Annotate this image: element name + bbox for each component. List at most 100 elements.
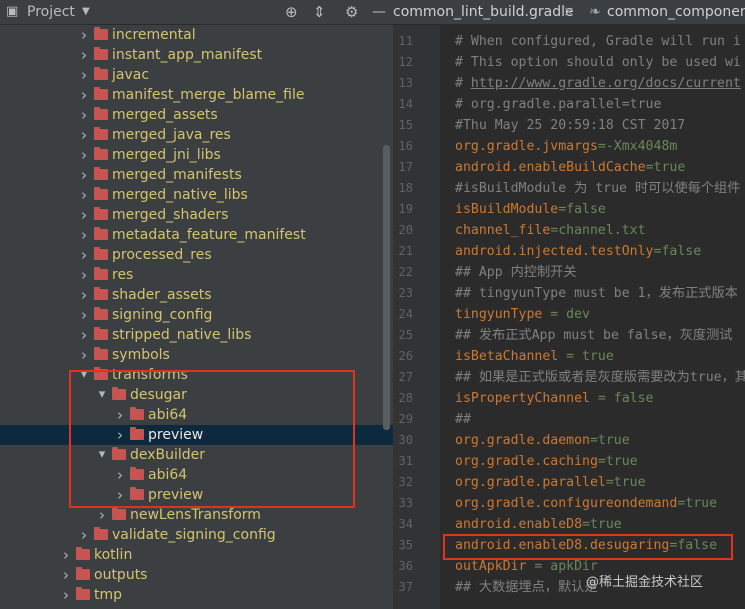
tree-row[interactable]: › newLensTransform — [0, 505, 393, 525]
code-token: =true — [582, 517, 622, 532]
chevron-right-icon[interactable]: › — [78, 105, 90, 125]
tree-item-label: merged_java_res — [112, 127, 231, 143]
tree-item-label: stripped_native_libs — [112, 327, 252, 343]
chevron-down-icon[interactable]: ▼ — [82, 0, 90, 24]
chevron-right-icon[interactable]: › — [78, 285, 90, 305]
chevron-right-icon[interactable]: › — [78, 245, 90, 265]
locate-icon[interactable]: ⊕ — [285, 0, 298, 24]
tree-row[interactable]: › validate_signing_config — [0, 525, 393, 545]
code-line: ## — [455, 409, 471, 430]
code-token[interactable]: http://www.gradle.org/docs/current — [471, 76, 741, 91]
chevron-right-icon[interactable]: › — [60, 585, 72, 605]
code-line: org.gradle.configureondemand=true — [455, 493, 717, 514]
folder-icon — [94, 287, 108, 300]
code-token: ## 发布正式App must be false，灰度测试 — [455, 328, 733, 343]
folder-icon — [94, 227, 108, 240]
code-token: channel_file — [455, 223, 551, 238]
folder-icon — [94, 247, 108, 260]
chevron-right-icon[interactable]: › — [60, 545, 72, 565]
code-token: org.gradle.configureondemand — [455, 496, 678, 511]
project-tree-panel: › incremental › instant_app_manifest › javac ›… — [0, 25, 393, 609]
tree-row[interactable]: › incremental — [0, 25, 393, 45]
line-number: 36 — [398, 559, 413, 573]
code-line: org.gradle.daemon=true — [455, 430, 630, 451]
code-editor[interactable]: # When configured, Gradle will run i # Th… — [440, 25, 745, 609]
chevron-right-icon[interactable]: › — [78, 525, 90, 545]
chevron-right-icon[interactable]: › — [60, 565, 72, 585]
code-line: # org.gradle.parallel=true — [455, 94, 661, 115]
folder-icon — [94, 27, 108, 40]
chevron-right-icon[interactable]: › — [78, 185, 90, 205]
line-number: 28 — [398, 391, 413, 405]
tree-row[interactable]: › signing_config — [0, 305, 393, 325]
code-token: outApkDir — [455, 559, 527, 574]
chevron-right-icon[interactable]: › — [78, 65, 90, 85]
tab-common-lint-build[interactable]: common_lint_build.gradle — [393, 0, 574, 24]
code-line: ## 大数据埋点，默认是 — [455, 577, 605, 598]
folder-icon — [94, 307, 108, 320]
tree-item-label: metadata_feature_manifest — [112, 227, 306, 243]
code-token: org.gradle.jvmargs — [455, 139, 598, 154]
line-number: 23 — [398, 286, 413, 300]
code-line: isPropertyChannel = false — [455, 388, 654, 409]
tab-common-component[interactable]: common_component — [607, 0, 745, 24]
tree-row[interactable]: › stripped_native_libs — [0, 325, 393, 345]
code-token: ## App 内控制开关 — [455, 265, 577, 280]
tree-row[interactable]: › merged_java_res — [0, 125, 393, 145]
code-line: org.gradle.caching=true — [455, 451, 638, 472]
chevron-right-icon[interactable]: › — [78, 305, 90, 325]
chevron-right-icon[interactable]: › — [78, 145, 90, 165]
tree-row[interactable]: › javac — [0, 65, 393, 85]
line-number: 16 — [398, 139, 413, 153]
chevron-right-icon[interactable]: › — [78, 85, 90, 105]
tree-row[interactable]: › metadata_feature_manifest — [0, 225, 393, 245]
project-tree-scrollbar[interactable] — [383, 145, 390, 430]
tree-row[interactable]: › instant_app_manifest — [0, 45, 393, 65]
chevron-right-icon[interactable]: › — [78, 225, 90, 245]
tree-item-label: validate_signing_config — [112, 527, 276, 543]
project-view-selector[interactable]: Project — [27, 0, 75, 24]
tree-row[interactable]: › manifest_merge_blame_file — [0, 85, 393, 105]
code-token: android.injected.testOnly — [455, 244, 654, 259]
tree-row[interactable]: › tmp — [0, 585, 393, 605]
folder-icon — [94, 127, 108, 140]
line-number: 32 — [398, 475, 413, 489]
collapse-icon[interactable]: ⇕ — [313, 0, 326, 24]
tree-row[interactable]: › merged_native_libs — [0, 185, 393, 205]
chevron-right-icon[interactable]: › — [78, 125, 90, 145]
code-line: # When configured, Gradle will run i — [455, 31, 741, 52]
chevron-right-icon[interactable]: › — [78, 25, 90, 45]
tree-row[interactable]: › res — [0, 265, 393, 285]
tab-close-icon[interactable]: × — [563, 0, 575, 24]
folder-icon — [94, 187, 108, 200]
chevron-right-icon[interactable]: › — [96, 505, 108, 525]
gear-icon[interactable]: ⚙ — [345, 0, 358, 24]
tree-row[interactable]: › merged_jni_libs — [0, 145, 393, 165]
line-number: 20 — [398, 223, 413, 237]
tree-row[interactable]: › symbols — [0, 345, 393, 365]
chevron-right-icon[interactable]: › — [78, 265, 90, 285]
chevron-right-icon[interactable]: › — [78, 165, 90, 185]
tree-row[interactable]: › shader_assets — [0, 285, 393, 305]
folder-icon — [94, 527, 108, 540]
chevron-right-icon[interactable]: › — [78, 345, 90, 365]
tree-row[interactable]: › merged_manifests — [0, 165, 393, 185]
highlight-box-transforms — [69, 370, 355, 508]
code-token: =true — [677, 496, 718, 511]
tree-row[interactable]: › kotlin — [0, 545, 393, 565]
chevron-right-icon[interactable]: › — [78, 325, 90, 345]
tree-item-label: shader_assets — [112, 287, 212, 303]
tree-row[interactable]: › outputs — [0, 565, 393, 585]
code-token: tingyunType — [455, 307, 543, 322]
tree-row[interactable]: › merged_assets — [0, 105, 393, 125]
minimize-icon[interactable]: — — [372, 0, 386, 24]
chevron-right-icon[interactable]: › — [78, 45, 90, 65]
tree-item-label: manifest_merge_blame_file — [112, 87, 305, 103]
tree-row[interactable]: › processed_res — [0, 245, 393, 265]
chevron-right-icon[interactable]: › — [78, 205, 90, 225]
code-line: isBetaChannel = true — [455, 346, 614, 367]
code-token: =channel.txt — [550, 223, 646, 238]
tree-item-label: javac — [112, 67, 150, 83]
code-line: android.enableBuildCache=true — [455, 157, 685, 178]
tree-row[interactable]: › merged_shaders — [0, 205, 393, 225]
